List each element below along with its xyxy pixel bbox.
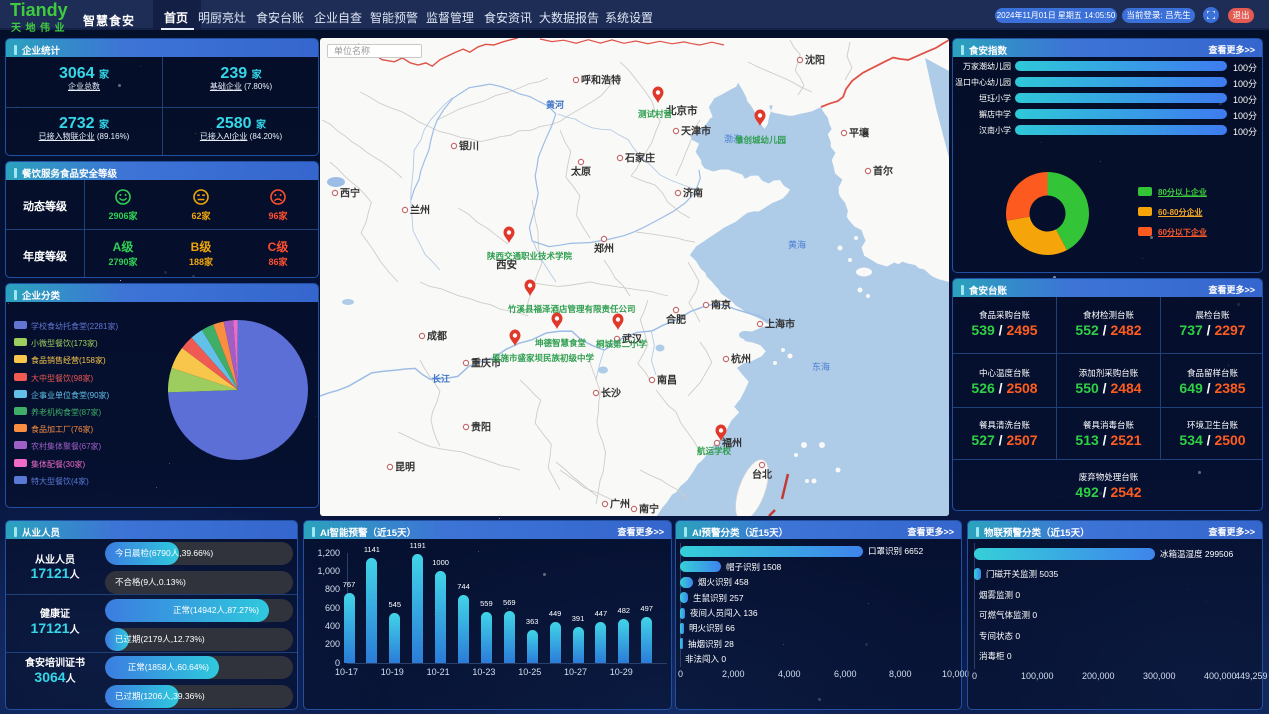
svg-text:平壤: 平壤 [849,127,870,140]
svg-text:天津市: 天津市 [681,125,711,138]
svg-text:广州: 广州 [610,498,630,511]
svg-text:沈阳: 沈阳 [805,54,825,67]
svg-text:合肥: 合肥 [665,313,686,326]
svg-text:黄河: 黄河 [546,99,564,110]
svg-text:上海市: 上海市 [765,318,795,331]
svg-text:测试村营: 测试村营 [638,109,673,119]
svg-text:济南: 济南 [683,187,703,200]
svg-text:航运学校: 航运学校 [697,446,732,456]
svg-text:坤德智慧食堂: 坤德智慧食堂 [535,338,587,348]
svg-text:雏创城幼儿园: 雏创城幼儿园 [735,135,786,145]
svg-text:贵阳: 贵阳 [471,421,491,434]
svg-text:竹溪县福泽酒店管理有限责任公司: 竹溪县福泽酒店管理有限责任公司 [507,304,636,314]
svg-text:南京: 南京 [711,299,731,312]
svg-text:长江: 长江 [432,373,450,384]
svg-text:东海: 东海 [812,361,830,372]
svg-text:石家庄: 石家庄 [624,152,655,165]
svg-text:黄海: 黄海 [788,239,806,250]
svg-text:银川: 银川 [459,140,479,153]
svg-text:首尔: 首尔 [873,165,893,178]
svg-text:南昌: 南昌 [657,374,677,387]
svg-text:郑州: 郑州 [594,242,614,255]
svg-text:兰州: 兰州 [410,204,430,217]
svg-text:陕西交通职业技术学院: 陕西交通职业技术学院 [487,251,573,261]
svg-text:呼和浩特: 呼和浩特 [581,74,621,87]
svg-text:昆明: 昆明 [395,462,415,474]
svg-text:桐城第二小学: 桐城第二小学 [596,339,648,349]
svg-text:西宁: 西宁 [340,187,360,200]
svg-text:恩施市盛家坝民族初级中学: 恩施市盛家坝民族初级中学 [492,353,595,363]
svg-text:杭州: 杭州 [731,353,751,366]
svg-text:太原: 太原 [570,165,591,178]
svg-text:成都: 成都 [427,330,447,343]
svg-text:台北: 台北 [752,468,772,481]
svg-text:长沙: 长沙 [601,387,621,400]
svg-text:南宁: 南宁 [639,503,659,516]
